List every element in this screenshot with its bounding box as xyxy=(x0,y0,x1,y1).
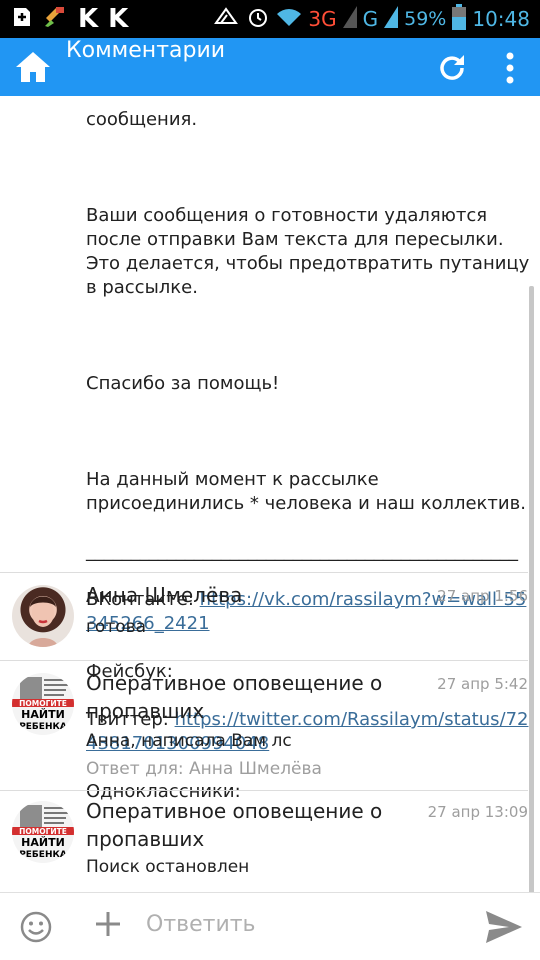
sync-icon xyxy=(212,5,240,33)
status-bar: K K 3G G 59% 10:48 xyxy=(0,0,540,38)
battery-percent: 59% xyxy=(404,8,447,30)
post-text-line: сообщения. xyxy=(86,109,198,130)
signal-icon xyxy=(384,6,399,32)
home-icon xyxy=(16,52,50,82)
reply-to-label[interactable]: Ответ для: Анна Шмелёва xyxy=(86,759,322,779)
overflow-menu-button[interactable] xyxy=(498,50,522,86)
comments-list[interactable]: сообщения. Ваши сообщения о готовности у… xyxy=(0,96,540,892)
scrollbar[interactable] xyxy=(529,286,534,892)
alarm-icon xyxy=(246,5,270,33)
refresh-button[interactable] xyxy=(436,52,468,84)
battery-icon xyxy=(452,4,467,34)
vk-app-icon: K xyxy=(108,4,129,34)
more-vert-icon xyxy=(506,52,514,84)
clock: 10:48 xyxy=(472,7,530,31)
avatar[interactable]: ПОМОГИТЕ НАЙТИ РЕБЕНКА xyxy=(12,801,74,863)
cleaner-icon xyxy=(42,4,68,34)
post-paragraph: Спасибо за помощь! xyxy=(86,373,280,394)
avatar-text: РЕБЕНКА xyxy=(19,850,67,860)
avatar-text: НАЙТИ xyxy=(21,708,65,721)
signal-icon xyxy=(342,6,357,32)
comment-date: 27 апр 13:09 xyxy=(427,803,528,821)
send-icon xyxy=(486,911,522,943)
vk-app-icon: K xyxy=(78,4,99,34)
avatar-text: НАЙТИ xyxy=(21,836,65,849)
comment-author[interactable]: Анна Шмелёва xyxy=(86,581,416,609)
network-3g-label: 3G xyxy=(308,7,337,31)
comment-text: Поиск остановлен xyxy=(86,857,250,877)
comment-text: Анна, написала Вам лс xyxy=(86,731,292,751)
page-title: Комментарии xyxy=(66,38,226,63)
avatar-text: РЕБЕНКА xyxy=(19,722,67,732)
emoji-button[interactable] xyxy=(20,911,52,943)
avatar[interactable] xyxy=(12,585,74,647)
comment-text: готова xyxy=(86,617,147,637)
app-bar: Комментарии xyxy=(0,38,540,96)
post-paragraph: Ваши сообщения о готовности удаляются по… xyxy=(86,205,530,298)
wifi-icon xyxy=(276,6,302,32)
attach-button[interactable] xyxy=(94,910,122,938)
post-separator: ________________________________________… xyxy=(86,541,518,562)
reply-bar xyxy=(0,892,540,960)
avatar[interactable]: ПОМОГИТЕ НАЙТИ РЕБЕНКА xyxy=(12,673,74,735)
comment-author[interactable]: Оперативное оповещение о пропавших xyxy=(86,669,416,725)
add-icon xyxy=(10,6,32,32)
send-button[interactable] xyxy=(484,909,524,945)
avatar-text: ПОМОГИТЕ xyxy=(19,827,67,836)
post-paragraph: На данный момент к рассылке присоединили… xyxy=(86,469,526,514)
comment-date: 27 апр 5:42 xyxy=(437,675,528,693)
comment-date: 27 апр 1:56 xyxy=(437,587,528,605)
avatar-text: ПОМОГИТЕ xyxy=(19,699,67,708)
home-button[interactable] xyxy=(14,50,52,84)
reply-input[interactable] xyxy=(146,907,456,941)
comment-item[interactable]: ПОМОГИТЕ НАЙТИ РЕБЕНКА Оперативное опове… xyxy=(0,660,528,790)
plus-icon xyxy=(96,912,120,936)
comment-item[interactable]: Анна Шмелёва 27 апр 1:56 готова xyxy=(0,572,528,660)
refresh-icon xyxy=(440,55,464,80)
comment-item[interactable]: ПОМОГИТЕ НАЙТИ РЕБЕНКА Оперативное опове… xyxy=(0,790,528,892)
comment-author[interactable]: Оперативное оповещение о пропавших xyxy=(86,797,416,853)
emoji-icon xyxy=(20,911,52,943)
network-g-label: G xyxy=(362,7,379,31)
